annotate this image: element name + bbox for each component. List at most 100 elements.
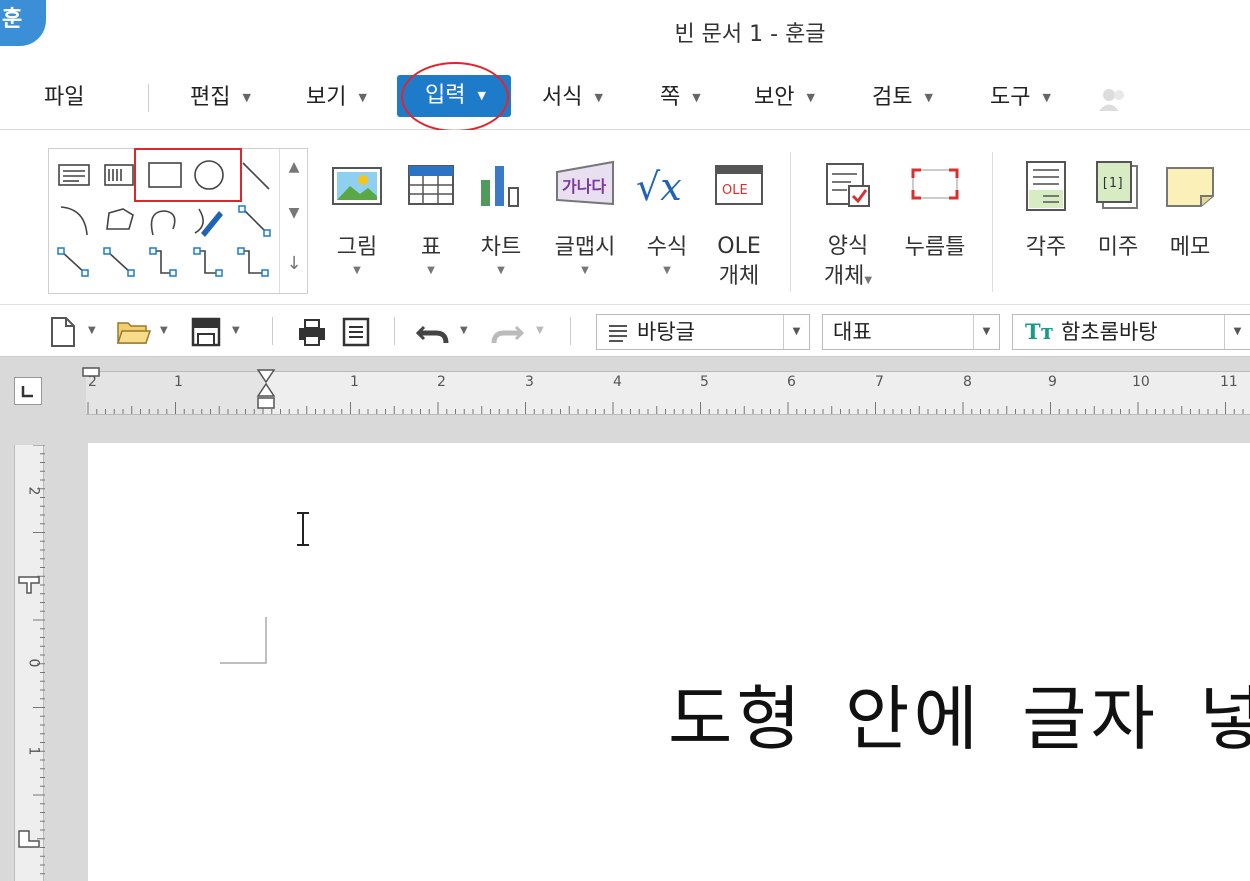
form-object-button[interactable]: 양식개체▼ — [818, 160, 878, 296]
chevron-down-icon: ▼ — [594, 91, 603, 104]
chevron-down-icon[interactable]: ▼ — [160, 325, 168, 336]
chevron-down-icon: ▼ — [663, 265, 671, 276]
formula-button[interactable]: √x 수식 ▼ — [636, 160, 698, 278]
menu-edit[interactable]: 편집 ▼ — [190, 78, 251, 118]
footnote-label: 각주 — [1025, 235, 1067, 260]
gallery-expand-icon[interactable]: ↓ — [280, 253, 308, 274]
menu-file[interactable]: 파일 — [44, 78, 84, 118]
top-margin-marker-icon[interactable] — [17, 575, 41, 595]
table-icon — [404, 160, 458, 212]
chevron-down-icon: ▼ — [358, 91, 367, 104]
chevron-down-icon[interactable]: ▼ — [88, 325, 96, 336]
ruler-label: 11 — [1220, 374, 1238, 390]
chart-label: 차트 — [480, 235, 522, 260]
menu-page-label: 쪽 — [660, 85, 681, 110]
ruler-label: 4 — [613, 374, 622, 390]
field-button[interactable]: 누름틀 — [900, 160, 970, 264]
font-combo[interactable]: Tт 함초롬바탕 ▼ — [1012, 314, 1250, 350]
ruler-label: 7 — [875, 374, 884, 390]
bottom-margin-marker-icon[interactable] — [17, 829, 41, 849]
form-object-label-line2: 개체 — [823, 264, 865, 289]
formula-label: 수식 — [646, 235, 688, 260]
chevron-down-icon[interactable]: ▼ — [1224, 315, 1250, 349]
gallery-scrollbar[interactable]: ▲ ▼ ↓ — [279, 149, 307, 293]
footnote-button[interactable]: 각주 — [1018, 160, 1074, 264]
undo-icon[interactable] — [414, 315, 450, 349]
menu-security[interactable]: 보안 ▼ — [754, 78, 815, 118]
menu-page[interactable]: 쪽 ▼ — [660, 78, 701, 118]
chevron-down-icon[interactable]: ▼ — [783, 315, 809, 349]
menu-review-label: 검토 — [872, 85, 913, 110]
form-icon — [821, 160, 875, 212]
redo-icon[interactable] — [490, 315, 526, 349]
form-object-label: 양식개체▼ — [818, 232, 878, 296]
chevron-down-icon[interactable]: ▼ — [536, 325, 544, 336]
document-page[interactable]: 도형 안에 글자 넣 — [88, 443, 1250, 881]
save-icon[interactable] — [190, 315, 222, 349]
menu-format[interactable]: 서식 ▼ — [542, 78, 603, 118]
ole-icon: OLE — [712, 160, 766, 212]
endnote-button[interactable]: [1] 미주 — [1090, 160, 1146, 264]
document-text[interactable]: 도형 안에 글자 넣 — [668, 663, 1250, 764]
chevron-down-icon: ▼ — [497, 265, 505, 276]
language-combo[interactable]: 대표 ▼ — [822, 314, 1000, 350]
toolbar-separator — [394, 317, 395, 345]
endnote-icon: [1] — [1091, 160, 1145, 212]
vertical-ruler[interactable]: 2 0 1 — [14, 445, 45, 881]
table-button[interactable]: 표 ▼ — [404, 160, 458, 278]
left-margin-marker-icon[interactable] — [82, 367, 100, 377]
chevron-down-icon[interactable]: ▼ — [232, 325, 240, 336]
ribbon-separator — [790, 152, 791, 292]
chevron-down-icon[interactable]: ▼ — [973, 315, 999, 349]
ruler-label: 10 — [1132, 374, 1150, 390]
ole-button[interactable]: OLE OLE 개체 — [712, 160, 766, 292]
tab-stop-selector[interactable] — [14, 377, 42, 405]
open-folder-icon[interactable] — [116, 315, 152, 349]
new-document-icon[interactable] — [48, 315, 78, 349]
chevron-down-icon: ▼ — [581, 265, 589, 276]
scroll-up-icon[interactable]: ▲ — [280, 159, 308, 175]
highlight-circle — [401, 62, 509, 132]
ruler-label: 9 — [1048, 374, 1057, 390]
margin-guide — [220, 617, 267, 664]
wordart-label: 글맵시 — [554, 235, 616, 260]
print-preview-icon[interactable] — [340, 315, 372, 349]
field-label: 누름틀 — [904, 235, 966, 260]
svg-text:가나다: 가나다 — [562, 177, 606, 196]
menu-bar: 파일 편집 ▼ 보기 ▼ 입력 ▼ 서식 ▼ 쪽 ▼ 보안 ▼ 검토 ▼ 도구 ▼ — [0, 66, 1250, 130]
picture-button[interactable]: 그림 ▼ — [330, 160, 384, 278]
chevron-down-icon: ▼ — [1042, 91, 1051, 104]
table-label: 표 — [420, 235, 442, 260]
wordart-button[interactable]: 가나다 글맵시 ▼ — [550, 160, 620, 278]
indent-marker-icon[interactable] — [256, 368, 276, 414]
svg-text:√x: √x — [636, 165, 682, 209]
picture-label: 그림 — [336, 235, 378, 260]
menu-tools[interactable]: 도구 ▼ — [990, 78, 1051, 118]
toolbar-separator — [272, 317, 273, 345]
memo-button[interactable]: 메모 — [1162, 160, 1218, 264]
wordart-icon: 가나다 — [553, 160, 617, 212]
menu-view[interactable]: 보기 ▼ — [306, 78, 367, 118]
chart-button[interactable]: 차트 ▼ — [474, 160, 528, 278]
print-icon[interactable] — [296, 315, 328, 349]
scroll-down-icon[interactable]: ▼ — [280, 205, 308, 221]
user-icon[interactable] — [1098, 86, 1128, 112]
highlight-box — [134, 148, 242, 202]
style-combo-value: 바탕글 — [637, 320, 695, 344]
menu-review[interactable]: 검토 ▼ — [872, 78, 933, 118]
chevron-down-icon[interactable]: ▼ — [460, 325, 468, 336]
menu-security-label: 보안 — [754, 85, 795, 110]
form-object-label-line1: 양식 — [827, 234, 869, 259]
horizontal-ruler[interactable]: 2 1 1 2 3 4 5 6 7 8 9 10 11 — [82, 367, 1250, 415]
memo-icon — [1163, 160, 1217, 212]
truetype-font-icon: Tт — [1025, 319, 1054, 344]
ole-label-line2: 개체 — [718, 264, 760, 289]
ruler-label: 3 — [525, 374, 534, 390]
ruler-label: 2 — [25, 486, 42, 496]
chevron-down-icon: ▼ — [864, 275, 873, 286]
field-icon — [905, 160, 965, 212]
style-combo[interactable]: 바탕글 ▼ — [596, 314, 810, 350]
ribbon-separator — [992, 152, 993, 292]
menu-view-label: 보기 — [306, 85, 347, 110]
menu-edit-label: 편집 — [190, 85, 231, 110]
